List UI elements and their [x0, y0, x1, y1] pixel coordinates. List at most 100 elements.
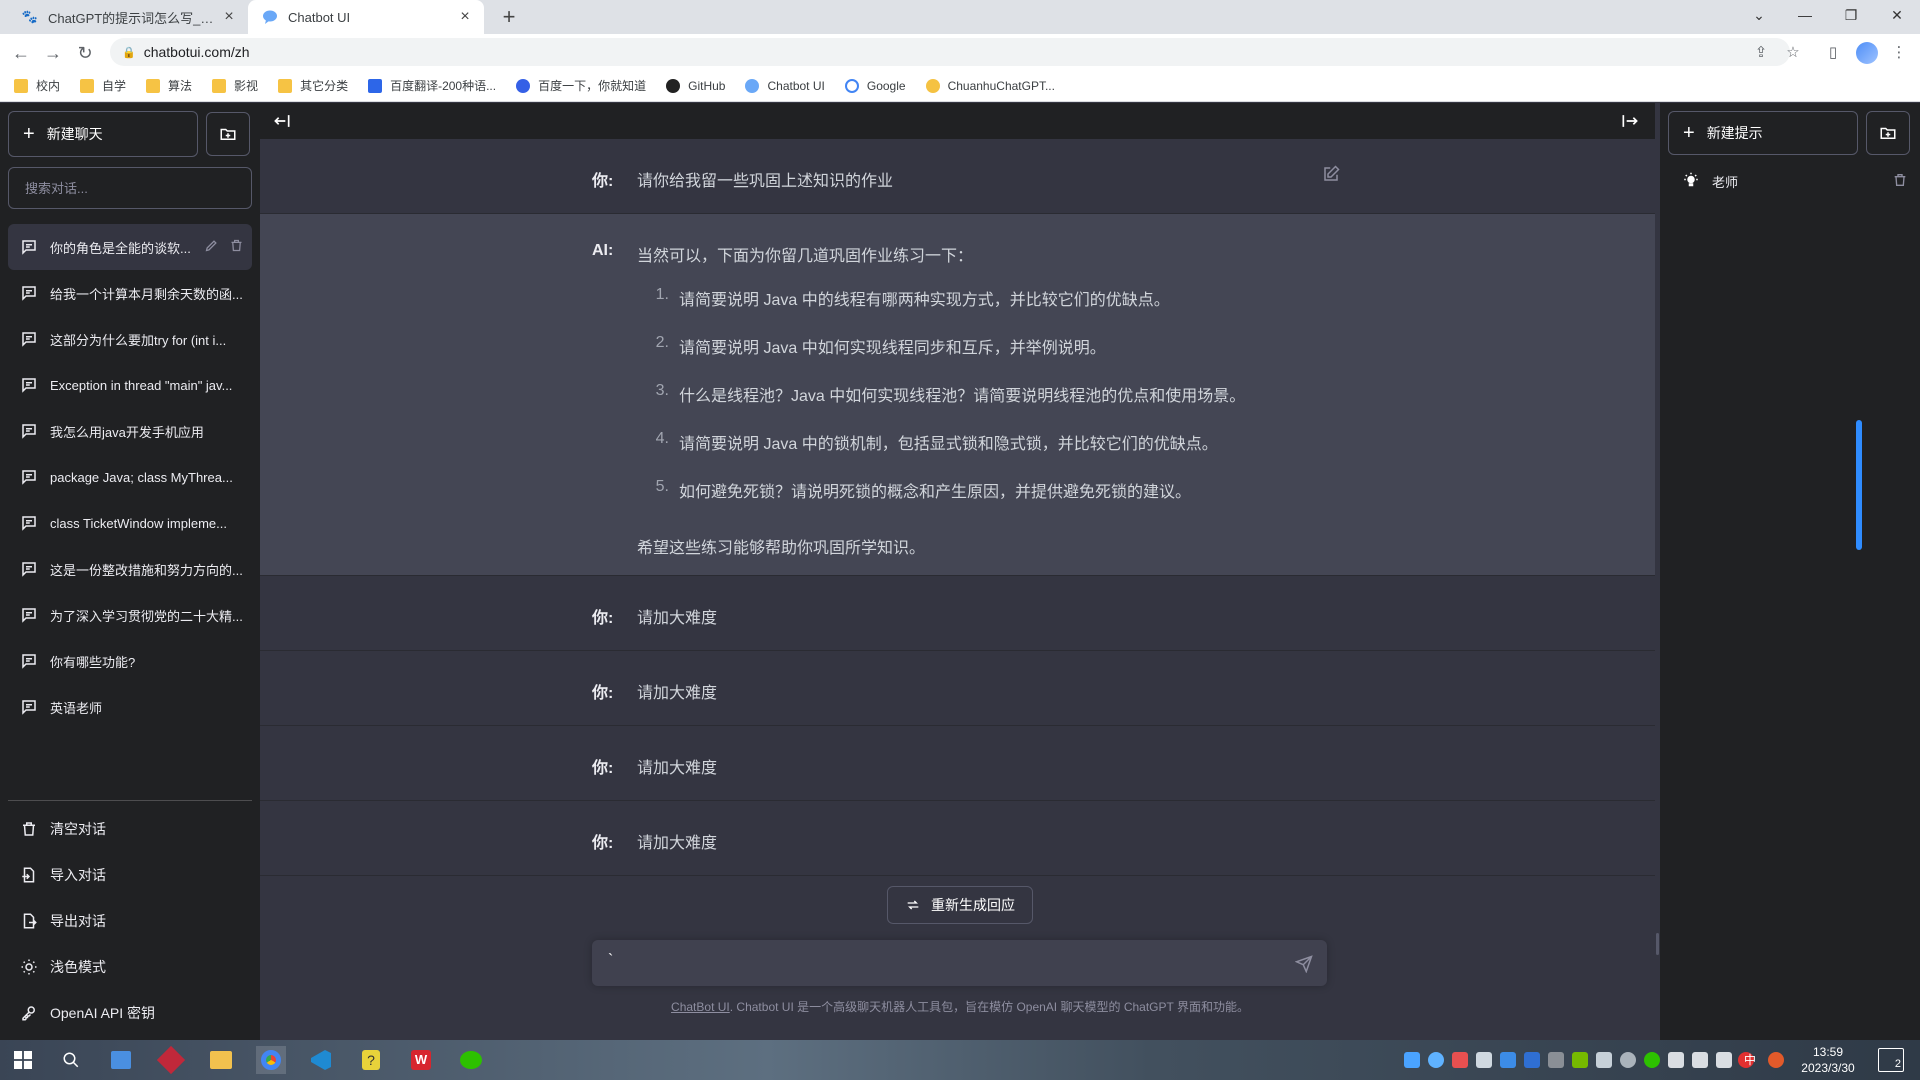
- bookmark-folder[interactable]: 校内: [14, 77, 60, 94]
- new-chat-button[interactable]: + 新建聊天: [8, 111, 198, 157]
- edit-conversation-icon[interactable]: [204, 238, 219, 256]
- bookmark-baidu-translate[interactable]: 百度翻译-200种语...: [368, 77, 496, 94]
- export-conversations-button[interactable]: 导出对话: [8, 898, 252, 944]
- ime-indicator[interactable]: 中: [1744, 1051, 1762, 1068]
- chatbot-ui-link[interactable]: ChatBot UI: [671, 1000, 730, 1014]
- edit-message-icon[interactable]: [1322, 165, 1340, 188]
- conversation-item[interactable]: class TicketWindow impleme...: [8, 500, 252, 546]
- notification-center-icon[interactable]: 2: [1878, 1048, 1904, 1072]
- conversation-item[interactable]: 这是一份整改措施和努力方向的...: [8, 546, 252, 592]
- bookmark-folder[interactable]: 影视: [212, 77, 258, 94]
- conversation-item[interactable]: 我怎么用java开发手机应用: [8, 408, 252, 454]
- restore-icon[interactable]: ❐: [1828, 0, 1874, 30]
- chrome-icon[interactable]: [256, 1046, 286, 1074]
- new-folder-button[interactable]: [206, 112, 250, 156]
- chat-scrollbar[interactable]: [1656, 933, 1659, 955]
- delete-prompt-icon[interactable]: [1892, 172, 1908, 191]
- wps-icon[interactable]: W: [406, 1046, 436, 1074]
- bookmark-star-icon[interactable]: ☆: [1782, 42, 1804, 64]
- bookmark-folder[interactable]: 自学: [80, 77, 126, 94]
- browser-tab-chatbot[interactable]: Chatbot UI ×: [248, 0, 484, 34]
- message-input-container: [592, 940, 1327, 986]
- collapse-left-sidebar-button[interactable]: [270, 109, 294, 133]
- light-mode-button[interactable]: 浅色模式: [8, 944, 252, 990]
- message-input[interactable]: [608, 952, 1268, 976]
- scroll-indicator[interactable]: [1856, 420, 1862, 550]
- share-icon[interactable]: ⇪: [1750, 42, 1772, 64]
- prompt-item[interactable]: 老师: [1668, 159, 1912, 203]
- wifi-icon[interactable]: [1692, 1052, 1708, 1068]
- close-tab-icon[interactable]: ×: [220, 8, 238, 26]
- delete-conversation-icon[interactable]: [229, 238, 244, 256]
- battery-icon[interactable]: [1668, 1052, 1684, 1068]
- forward-icon[interactable]: →: [40, 40, 66, 66]
- conversation-item[interactable]: 你有哪些功能?: [8, 638, 252, 684]
- address-bar-row: ← → ↻ 🔒 chatbotui.com/zh ⇪ ☆ ▯ ⋮: [0, 34, 1920, 70]
- bookmark-baidu[interactable]: 百度一下，你就知道: [516, 77, 646, 94]
- side-panel-icon[interactable]: ▯: [1822, 42, 1844, 64]
- bookmark-folder[interactable]: 算法: [146, 77, 192, 94]
- conversation-item[interactable]: 你的角色是全能的谈软...: [8, 224, 252, 270]
- tray-app-icon[interactable]: [1596, 1052, 1612, 1068]
- tray-app-icon[interactable]: [1620, 1052, 1636, 1068]
- tray-app-icon[interactable]: [1548, 1052, 1564, 1068]
- taskbar-clock[interactable]: 13:59 2023/3/30: [1792, 1044, 1864, 1076]
- clear-conversations-button[interactable]: 清空对话: [8, 806, 252, 852]
- search-conversations-input[interactable]: [8, 167, 252, 209]
- minimize-icon[interactable]: —: [1782, 0, 1828, 30]
- collapse-right-sidebar-button[interactable]: [1618, 109, 1642, 133]
- close-window-icon[interactable]: ✕: [1874, 0, 1920, 30]
- search-icon[interactable]: [56, 1046, 86, 1074]
- bookmark-chuanhu[interactable]: ChuanhuChatGPT...: [925, 78, 1055, 93]
- bookmark-folder[interactable]: 其它分类: [278, 77, 348, 94]
- profile-avatar[interactable]: [1856, 42, 1878, 64]
- footer-note: ChatBot UI. Chatbot UI 是一个高级聊天机器人工具包，旨在模…: [260, 998, 1660, 1015]
- back-icon[interactable]: ←: [8, 40, 34, 66]
- file-explorer-icon[interactable]: [206, 1046, 236, 1074]
- message-list: 你: 请你给我留一些巩固上述知识的作业 AI: 当然可以，下面为你留几道巩固作业…: [260, 139, 1655, 876]
- help-app-icon[interactable]: ?: [356, 1046, 386, 1074]
- tray-app-icon[interactable]: [1476, 1052, 1492, 1068]
- close-tab-icon[interactable]: ×: [456, 8, 474, 26]
- chatbot-app: + 新建聊天 你的角色是全能的谈软... 给我一个计算本月剩余天数的函... 这部分…: [0, 103, 1920, 1040]
- app-red-icon[interactable]: [156, 1045, 186, 1075]
- browser-tab-baidu[interactable]: 🐾 ChatGPT的提示词怎么写_百度搜 ×: [8, 0, 248, 34]
- conversation-item[interactable]: Exception in thread "main" jav...: [8, 362, 252, 408]
- sidebar-settings: 清空对话 导入对话 导出对话 浅色模式 OpenAI API 密钥: [8, 806, 252, 1036]
- conversation-item[interactable]: 这部分为什么要加try for (int i...: [8, 316, 252, 362]
- store-icon[interactable]: [106, 1046, 136, 1074]
- tray-app-icon[interactable]: [1500, 1052, 1516, 1068]
- bookmark-github[interactable]: GitHub: [666, 78, 725, 93]
- conversation-item[interactable]: package Java; class MyThrea...: [8, 454, 252, 500]
- reload-icon[interactable]: ↻: [72, 40, 98, 66]
- bookmark-google[interactable]: Google: [844, 78, 906, 93]
- tab-search-icon[interactable]: ⌄: [1736, 0, 1782, 30]
- import-conversations-button[interactable]: 导入对话: [8, 852, 252, 898]
- wechat-icon[interactable]: [456, 1046, 486, 1074]
- sogou-icon[interactable]: [1768, 1052, 1784, 1068]
- regenerate-response-button[interactable]: 重新生成回应: [887, 886, 1033, 924]
- tray-app-icon[interactable]: [1428, 1052, 1444, 1068]
- conversation-title: 这是一份整改措施和努力方向的...: [50, 562, 243, 578]
- send-button[interactable]: [1292, 952, 1316, 976]
- new-tab-icon[interactable]: +: [496, 4, 522, 30]
- url-field[interactable]: 🔒 chatbotui.com/zh: [110, 38, 1790, 66]
- list-item: 4. 请简要说明 Java 中的锁机制，包括显式锁和隐式锁，并比较它们的优缺点。: [655, 430, 1218, 453]
- tray-app-icon[interactable]: [1404, 1052, 1420, 1068]
- windows-start-icon[interactable]: [8, 1046, 38, 1074]
- vscode-icon[interactable]: [306, 1046, 336, 1074]
- nvidia-icon[interactable]: [1572, 1052, 1588, 1068]
- arrow-bar-right-icon: [1622, 115, 1638, 127]
- bluetooth-icon[interactable]: [1524, 1052, 1540, 1068]
- menu-kebab-icon[interactable]: ⋮: [1888, 42, 1910, 64]
- tray-cloud-icon[interactable]: [1452, 1052, 1468, 1068]
- new-prompt-button[interactable]: + 新建提示: [1668, 111, 1858, 155]
- bookmark-chatbot-ui[interactable]: Chatbot UI: [745, 78, 825, 93]
- conversation-item[interactable]: 英语老师: [8, 684, 252, 730]
- conversation-item[interactable]: 为了深入学习贯彻党的二十大精...: [8, 592, 252, 638]
- api-key-button[interactable]: OpenAI API 密钥: [8, 990, 252, 1036]
- new-prompt-folder-button[interactable]: [1866, 111, 1910, 155]
- tray-wechat-icon[interactable]: [1644, 1052, 1660, 1068]
- volume-icon[interactable]: [1716, 1052, 1732, 1068]
- conversation-item[interactable]: 给我一个计算本月剩余天数的函...: [8, 270, 252, 316]
